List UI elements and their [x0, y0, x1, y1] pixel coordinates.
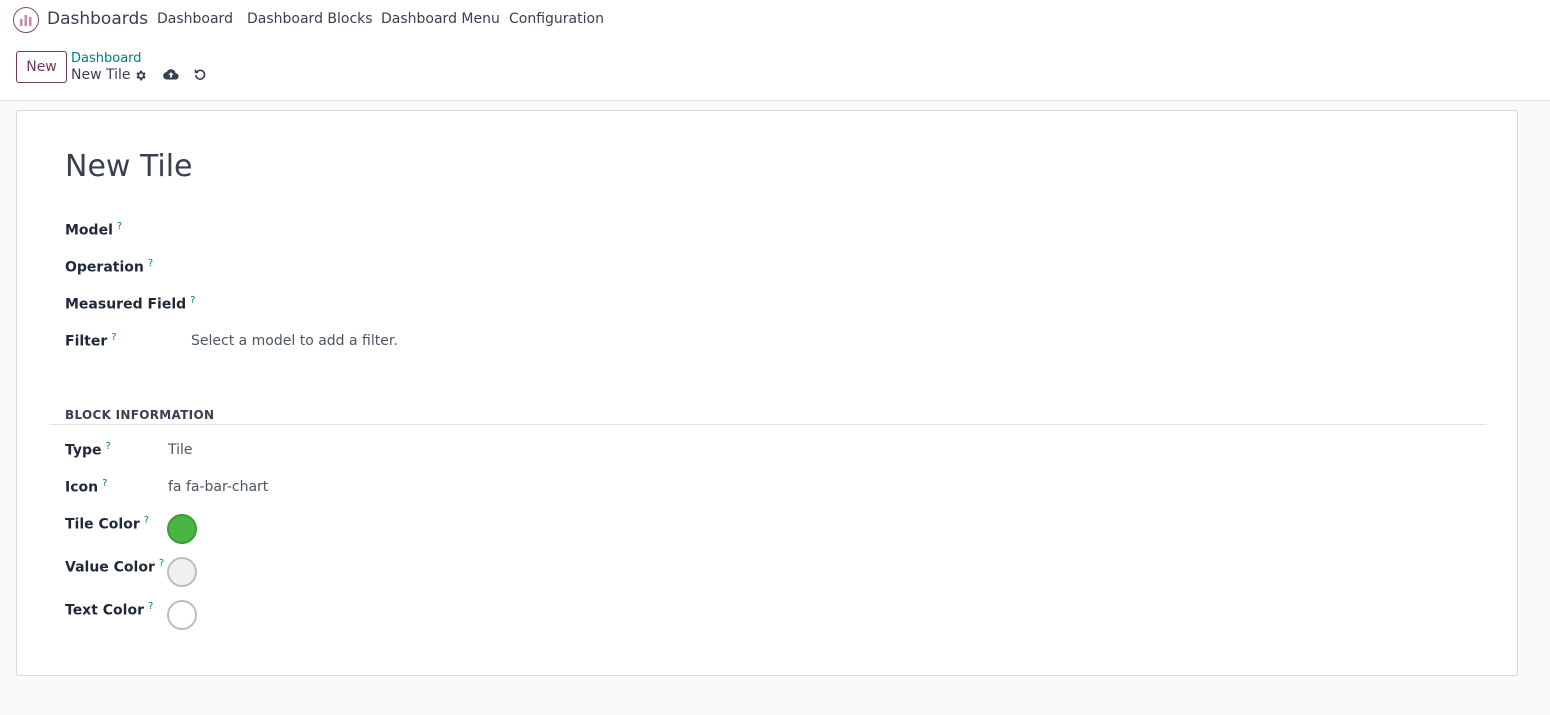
tile-color-help-icon[interactable]: ? — [144, 515, 149, 526]
icon-help-icon[interactable]: ? — [102, 478, 107, 489]
top-navbar: Dashboards Dashboard Dashboard Blocks Da… — [0, 0, 1550, 40]
filter-help-icon[interactable]: ? — [111, 332, 116, 343]
menu-dashboard-blocks[interactable]: Dashboard Blocks — [247, 11, 373, 27]
text-color-swatch[interactable] — [167, 600, 197, 630]
block-information-heading: BLOCK INFORMATION — [65, 408, 215, 422]
operation-label: Operation? — [65, 258, 154, 276]
gear-icon[interactable] — [132, 67, 148, 83]
type-value[interactable]: Tile — [168, 442, 193, 458]
breadcrumb-current: New Tile — [71, 67, 131, 83]
measured-field-help-icon[interactable]: ? — [190, 295, 195, 306]
tile-color-label: Tile Color? — [65, 515, 150, 533]
measured-field-label: Measured Field? — [65, 295, 196, 313]
icon-value[interactable]: fa fa-bar-chart — [168, 479, 268, 495]
breadcrumb-parent[interactable]: Dashboard — [71, 51, 142, 66]
undo-icon[interactable] — [192, 66, 208, 82]
record-title[interactable]: New Tile — [65, 149, 193, 184]
tile-color-swatch[interactable] — [167, 514, 197, 544]
type-help-icon[interactable]: ? — [106, 441, 111, 452]
new-button[interactable]: New — [16, 51, 67, 83]
type-label: Type? — [65, 441, 111, 459]
app-name[interactable]: Dashboards — [47, 9, 148, 29]
text-color-label: Text Color? — [65, 601, 154, 619]
value-color-label: Value Color? — [65, 558, 165, 576]
control-panel: New Dashboard New Tile — [0, 40, 1550, 101]
text-color-help-icon[interactable]: ? — [148, 601, 153, 612]
menu-dashboard-menu[interactable]: Dashboard Menu — [381, 11, 500, 27]
cloud-upload-icon[interactable] — [163, 66, 179, 82]
group-divider — [50, 424, 1486, 425]
menu-dashboard[interactable]: Dashboard — [157, 11, 233, 27]
operation-help-icon[interactable]: ? — [148, 258, 153, 269]
menu-configuration[interactable]: Configuration — [509, 11, 604, 27]
filter-label: Filter? — [65, 332, 117, 350]
model-label: Model? — [65, 221, 123, 239]
value-color-swatch[interactable] — [167, 557, 197, 587]
form-sheet: New Tile Model? Operation? Measured Fiel… — [16, 110, 1518, 676]
dashboards-app-icon[interactable] — [13, 7, 39, 33]
icon-label: Icon? — [65, 478, 108, 496]
model-help-icon[interactable]: ? — [117, 221, 122, 232]
filter-placeholder: Select a model to add a filter. — [191, 333, 398, 349]
value-color-help-icon[interactable]: ? — [159, 558, 164, 569]
